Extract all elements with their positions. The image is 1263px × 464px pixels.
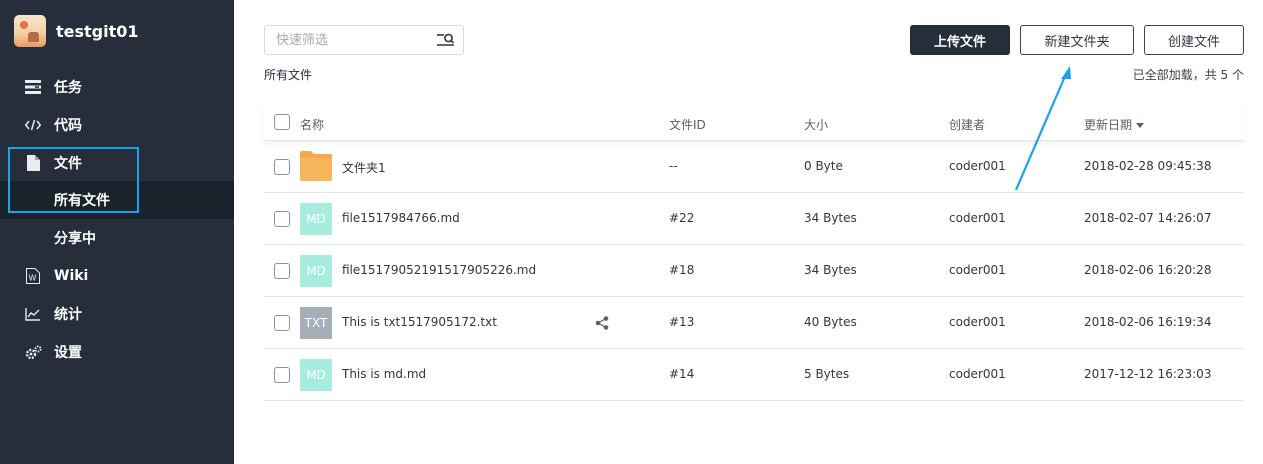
- new-folder-button[interactable]: 新建文件夹: [1020, 25, 1134, 55]
- app-root: testgit01 任务 代码 文件 所有文件 分享中 W Wiki 统计 设置…: [0, 0, 1263, 464]
- sort-desc-icon: [1135, 123, 1144, 128]
- txt-file-icon: TXT: [300, 307, 332, 339]
- sidebar-item-stats[interactable]: 统计: [0, 295, 234, 333]
- wiki-icon: W: [24, 267, 42, 285]
- file-size: 34 Bytes: [804, 263, 857, 277]
- sidebar-item-label: 代码: [54, 118, 82, 134]
- loaded-status: 已全部加载，共 5 个: [1132, 68, 1244, 82]
- file-updated-date: 2018-02-28 09:45:38: [1084, 159, 1212, 173]
- table-row[interactable]: MD This is md.md #14 5 Bytes coder001 20…: [264, 349, 1244, 401]
- file-name[interactable]: This is txt1517905172.txt: [342, 315, 497, 329]
- file-size: 34 Bytes: [804, 211, 857, 225]
- sidebar-item-wiki[interactable]: W Wiki: [0, 257, 234, 295]
- file-creator: coder001: [949, 159, 1006, 173]
- sidebar-item-label: 所有文件: [54, 193, 110, 209]
- table-row[interactable]: MD file1517984766.md #22 34 Bytes coder0…: [264, 193, 1244, 245]
- file-name[interactable]: 文件夹1: [342, 159, 386, 176]
- row-checkbox[interactable]: [274, 263, 290, 279]
- sidebar-item-files[interactable]: 文件: [0, 144, 234, 182]
- file-id: #22: [669, 211, 695, 225]
- upload-file-button[interactable]: 上传文件: [910, 25, 1010, 55]
- quick-filter-search: [264, 25, 464, 55]
- column-header-name[interactable]: 名称: [300, 116, 324, 133]
- file-updated-date: 2018-02-06 16:19:34: [1084, 315, 1212, 329]
- row-checkbox[interactable]: [274, 315, 290, 331]
- sidebar-item-label: 设置: [54, 345, 82, 361]
- column-header-date[interactable]: 更新日期: [1084, 116, 1144, 133]
- sidebar-item-tasks[interactable]: 任务: [0, 68, 234, 106]
- settings-gears-icon: [24, 343, 42, 361]
- sidebar-subitem-sharing[interactable]: 分享中: [0, 219, 234, 257]
- column-header-size[interactable]: 大小: [804, 116, 828, 133]
- file-name[interactable]: file1517984766.md: [342, 211, 460, 225]
- share-icon[interactable]: [595, 316, 609, 330]
- column-header-id[interactable]: 文件ID: [669, 116, 706, 133]
- filter-search-icon[interactable]: [437, 32, 455, 48]
- project-avatar: [14, 15, 46, 47]
- file-creator: coder001: [949, 263, 1006, 277]
- file-size: 0 Byte: [804, 159, 843, 173]
- column-header-date-label: 更新日期: [1084, 118, 1133, 132]
- sidebar-item-label: 任务: [54, 80, 82, 96]
- sidebar-item-label: 文件: [54, 156, 82, 172]
- table-row[interactable]: TXT This is txt1517905172.txt #13 40 Byt…: [264, 297, 1244, 349]
- table-header: 名称 文件ID 大小 创建者 更新日期: [264, 104, 1244, 141]
- select-all-checkbox[interactable]: [274, 114, 290, 130]
- sidebar-item-label: 分享中: [54, 231, 96, 247]
- file-name[interactable]: This is md.md: [342, 367, 426, 381]
- file-id: #14: [669, 367, 695, 381]
- file-size: 40 Bytes: [804, 315, 857, 329]
- file-creator: coder001: [949, 315, 1006, 329]
- file-updated-date: 2018-02-06 16:20:28: [1084, 263, 1212, 277]
- file-name[interactable]: file15179052191517905226.md: [342, 263, 536, 277]
- file-size: 5 Bytes: [804, 367, 850, 381]
- file-table: 名称 文件ID 大小 创建者 更新日期 文件夹1 -- 0 Byte coder…: [264, 104, 1244, 401]
- file-icon: [24, 154, 42, 172]
- task-list-icon: [24, 78, 42, 96]
- chart-icon: [24, 305, 42, 323]
- file-id: --: [669, 159, 678, 173]
- table-row[interactable]: 文件夹1 -- 0 Byte coder001 2018-02-28 09:45…: [264, 141, 1244, 193]
- sidebar-item-label: 统计: [54, 307, 82, 323]
- file-creator: coder001: [949, 211, 1006, 225]
- md-file-icon: MD: [300, 359, 332, 391]
- folder-icon: [300, 151, 332, 181]
- column-header-creator[interactable]: 创建者: [949, 116, 985, 133]
- file-id: #13: [669, 315, 695, 329]
- project-name: testgit01: [56, 21, 139, 41]
- md-file-icon: MD: [300, 203, 332, 235]
- row-checkbox[interactable]: [274, 211, 290, 227]
- create-file-button[interactable]: 创建文件: [1144, 25, 1244, 55]
- md-file-icon: MD: [300, 255, 332, 287]
- file-id: #18: [669, 263, 695, 277]
- code-icon: [24, 116, 42, 134]
- file-updated-date: 2018-02-07 14:26:07: [1084, 211, 1212, 225]
- sidebar-item-settings[interactable]: 设置: [0, 333, 234, 371]
- sidebar-item-label: Wiki: [54, 268, 89, 284]
- row-checkbox[interactable]: [274, 367, 290, 383]
- sidebar: testgit01 任务 代码 文件 所有文件 分享中 W Wiki 统计 设置: [0, 0, 234, 464]
- sidebar-subitem-all-files[interactable]: 所有文件: [0, 181, 234, 219]
- row-checkbox[interactable]: [274, 159, 290, 175]
- breadcrumb: 所有文件: [264, 68, 313, 82]
- table-row[interactable]: MD file15179052191517905226.md #18 34 By…: [264, 245, 1244, 297]
- search-input[interactable]: [265, 26, 433, 54]
- project-brand[interactable]: testgit01: [14, 14, 139, 48]
- svg-text:W: W: [29, 274, 37, 283]
- file-updated-date: 2017-12-12 16:23:03: [1084, 367, 1212, 381]
- file-creator: coder001: [949, 367, 1006, 381]
- sidebar-item-code[interactable]: 代码: [0, 106, 234, 144]
